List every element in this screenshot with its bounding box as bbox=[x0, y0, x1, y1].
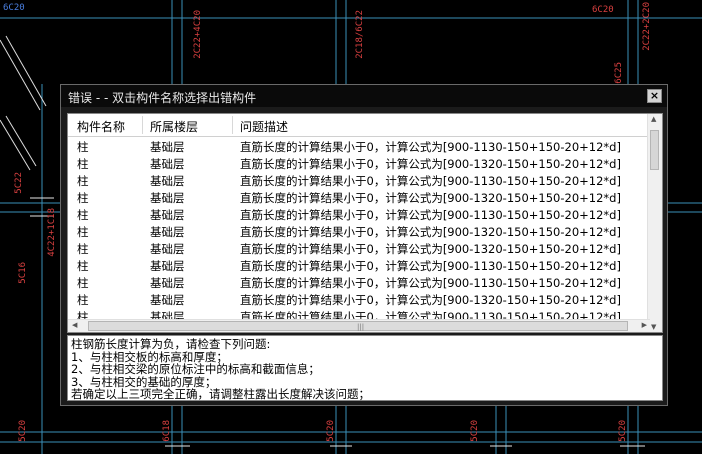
cell-description: 直筋长度的计算结果小于0，计算公式为[900-1130-150+150-20+1… bbox=[240, 259, 621, 273]
scroll-down-icon[interactable]: ▼ bbox=[651, 323, 656, 331]
cell-description: 直筋长度的计算结果小于0，计算公式为[900-1130-150+150-20+1… bbox=[240, 174, 621, 188]
column-divider[interactable] bbox=[232, 116, 233, 134]
cell-floor: 基础层 bbox=[150, 191, 185, 205]
cell-component-name[interactable]: 柱 bbox=[77, 241, 89, 257]
close-button[interactable]: × bbox=[647, 89, 662, 103]
cell-floor: 基础层 bbox=[150, 293, 185, 307]
cell-floor: 基础层 bbox=[150, 242, 185, 256]
cell-floor: 基础层 bbox=[150, 225, 185, 239]
cell-component-name[interactable]: 柱 bbox=[77, 139, 89, 155]
cell-component-name[interactable]: 柱 bbox=[77, 173, 89, 189]
cad-diagonal-members bbox=[0, 35, 47, 171]
scroll-up-icon[interactable]: ▲ bbox=[651, 115, 656, 123]
cad-label: 5C22 bbox=[14, 172, 24, 194]
column-header-floor[interactable]: 所属楼层 bbox=[150, 118, 198, 135]
cad-label: 5C16 bbox=[18, 262, 28, 284]
error-message-box: 柱钢筋长度计算为负，请检查下列问题: 1、与柱相交板的标高和厚度； 2、与柱相交… bbox=[67, 335, 663, 401]
table-row[interactable]: 柱 基础层 直筋长度的计算结果小于0，计算公式为[900-1320-150+150-… bbox=[68, 154, 650, 171]
table-row[interactable]: 柱 基础层 直筋长度的计算结果小于0，计算公式为[900-1130-150+150-… bbox=[68, 205, 650, 222]
error-list[interactable]: 构件名称 所属楼层 问题描述 柱基础层 直筋长度的计算结果小于0，计算公式为[90… bbox=[67, 113, 663, 333]
table-row[interactable]: 柱 基础层 直筋长度的计算结果小于0，计算公式为[900-1130-150+150-… bbox=[68, 256, 650, 273]
error-dialog: 错误 - - 双击构件名称选择出错构件 × 构件名称 所属楼层 问题描述 柱基础… bbox=[60, 84, 668, 406]
cell-floor: 基础层 bbox=[150, 276, 185, 290]
cell-description: 直筋长度的计算结果小于0，计算公式为[900-1130-150+150-20+1… bbox=[240, 208, 621, 222]
table-row[interactable]: 柱 基础层 直筋长度的计算结果小于0，计算公式为[900-1320-150+150-… bbox=[68, 239, 650, 256]
list-rows: 柱基础层 直筋长度的计算结果小于0，计算公式为[900-1130-150+150-… bbox=[68, 137, 650, 332]
cad-label: 2C22+4C20 bbox=[193, 10, 203, 59]
scroll-right-icon[interactable]: ▶ bbox=[642, 321, 647, 329]
cell-description: 直筋长度的计算结果小于0，计算公式为[900-1130-150+150-20+1… bbox=[240, 140, 621, 154]
vertical-scroll-thumb[interactable] bbox=[650, 130, 659, 170]
table-row[interactable]: 柱 基础层 直筋长度的计算结果小于0，计算公式为[900-1320-150+150-… bbox=[68, 222, 650, 239]
dialog-titlebar[interactable]: 错误 - - 双击构件名称选择出错构件 × bbox=[61, 85, 667, 107]
cell-description: 直筋长度的计算结果小于0，计算公式为[900-1320-150+150-20+1… bbox=[240, 191, 621, 205]
cell-floor: 基础层 bbox=[150, 259, 185, 273]
cell-description: 直筋长度的计算结果小于0，计算公式为[900-1320-150+150-20+1… bbox=[240, 157, 621, 171]
cell-floor: 基础层 bbox=[150, 208, 185, 222]
cell-component-name[interactable]: 柱 bbox=[77, 207, 89, 223]
cell-description: 直筋长度的计算结果小于0，计算公式为[900-1320-150+150-20+1… bbox=[240, 293, 621, 307]
list-header: 构件名称 所属楼层 问题描述 bbox=[68, 114, 650, 137]
cell-description: 直筋长度的计算结果小于0，计算公式为[900-1130-150+150-20+1… bbox=[240, 276, 621, 290]
cell-floor: 基础层 bbox=[150, 157, 185, 171]
cad-label: 2C22+2C20 bbox=[642, 2, 652, 51]
scroll-left-icon[interactable]: ◀ bbox=[72, 321, 77, 329]
table-row[interactable]: 柱 基础层 直筋长度的计算结果小于0，计算公式为[900-1130-150+150-… bbox=[68, 171, 650, 188]
cell-component-name[interactable]: 柱 bbox=[77, 224, 89, 240]
cad-label: 5C20 bbox=[326, 420, 336, 442]
horizontal-scroll-thumb[interactable]: ||| bbox=[88, 321, 628, 331]
table-row[interactable]: 柱 基础层 直筋长度的计算结果小于0，计算公式为[900-1320-150+150-… bbox=[68, 188, 650, 205]
dialog-title: 错误 - - 双击构件名称选择出错构件 bbox=[68, 91, 257, 105]
cad-label: 6C20 bbox=[592, 5, 614, 15]
vertical-scrollbar[interactable]: ▲ ▼ bbox=[647, 114, 662, 332]
cad-label: 5C20 bbox=[470, 420, 480, 442]
cad-label: 6C18 bbox=[162, 420, 172, 442]
cad-label: 6C20 bbox=[3, 3, 25, 13]
scroll-grip-icon: ||| bbox=[357, 323, 365, 331]
cell-floor: 基础层 bbox=[150, 140, 185, 154]
cell-component-name[interactable]: 柱 bbox=[77, 292, 89, 308]
cad-label: 5C20 bbox=[18, 420, 28, 442]
table-row[interactable]: 柱 基础层 直筋长度的计算结果小于0，计算公式为[900-1130-150+150-… bbox=[68, 137, 650, 154]
cad-label: 4C22+1C18 bbox=[47, 208, 57, 257]
message-line: 柱钢筋长度计算为负，请检查下列问题: bbox=[71, 337, 271, 351]
column-header-description[interactable]: 问题描述 bbox=[240, 118, 288, 135]
message-line: 若确定以上三项完全正确，请调整柱露出长度解决该问题； bbox=[71, 387, 370, 401]
cell-description: 直筋长度的计算结果小于0，计算公式为[900-1320-150+150-20+1… bbox=[240, 225, 621, 239]
cad-label: 6C25 bbox=[614, 62, 624, 84]
column-header-name[interactable]: 构件名称 bbox=[77, 118, 125, 135]
cad-label: 5C20 bbox=[618, 420, 628, 442]
message-line: 2、与柱相交梁的原位标注中的标高和截面信息； bbox=[71, 362, 320, 376]
column-divider[interactable] bbox=[142, 116, 143, 134]
cell-component-name[interactable]: 柱 bbox=[77, 190, 89, 206]
cell-component-name[interactable]: 柱 bbox=[77, 258, 89, 274]
cell-floor: 基础层 bbox=[150, 174, 185, 188]
cell-component-name[interactable]: 柱 bbox=[77, 156, 89, 172]
cad-label: 2C18/6C22 bbox=[355, 10, 365, 59]
cell-component-name[interactable]: 柱 bbox=[77, 275, 89, 291]
horizontal-scrollbar[interactable]: ◀ ||| ▶ bbox=[68, 319, 650, 332]
cell-description: 直筋长度的计算结果小于0，计算公式为[900-1320-150+150-20+1… bbox=[240, 242, 621, 256]
table-row[interactable]: 柱 基础层 直筋长度的计算结果小于0，计算公式为[900-1320-150+150-… bbox=[68, 290, 650, 307]
table-row[interactable]: 柱 基础层 直筋长度的计算结果小于0，计算公式为[900-1130-150+150-… bbox=[68, 273, 650, 290]
